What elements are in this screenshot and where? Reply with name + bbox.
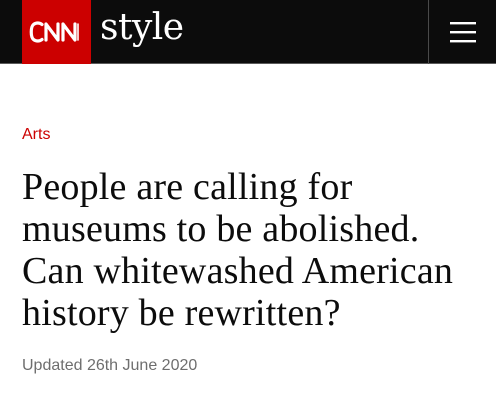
section-link-arts[interactable]: Arts bbox=[22, 125, 50, 145]
top-nav-bar: style bbox=[0, 0, 496, 64]
hamburger-menu-icon bbox=[449, 22, 476, 43]
cnn-logo bbox=[22, 0, 91, 64]
cnn-style-home-link[interactable]: style bbox=[0, 0, 200, 64]
menu-button[interactable] bbox=[429, 0, 496, 64]
article-updated-date: Updated 26th June 2020 bbox=[22, 357, 198, 374]
article-headline: People are calling for museums to be abo… bbox=[22, 166, 454, 334]
cnn-logo-mark bbox=[29, 21, 79, 43]
section-brand-wordmark: style bbox=[100, 7, 184, 48]
page: style Arts People are calling for museum… bbox=[0, 0, 496, 415]
